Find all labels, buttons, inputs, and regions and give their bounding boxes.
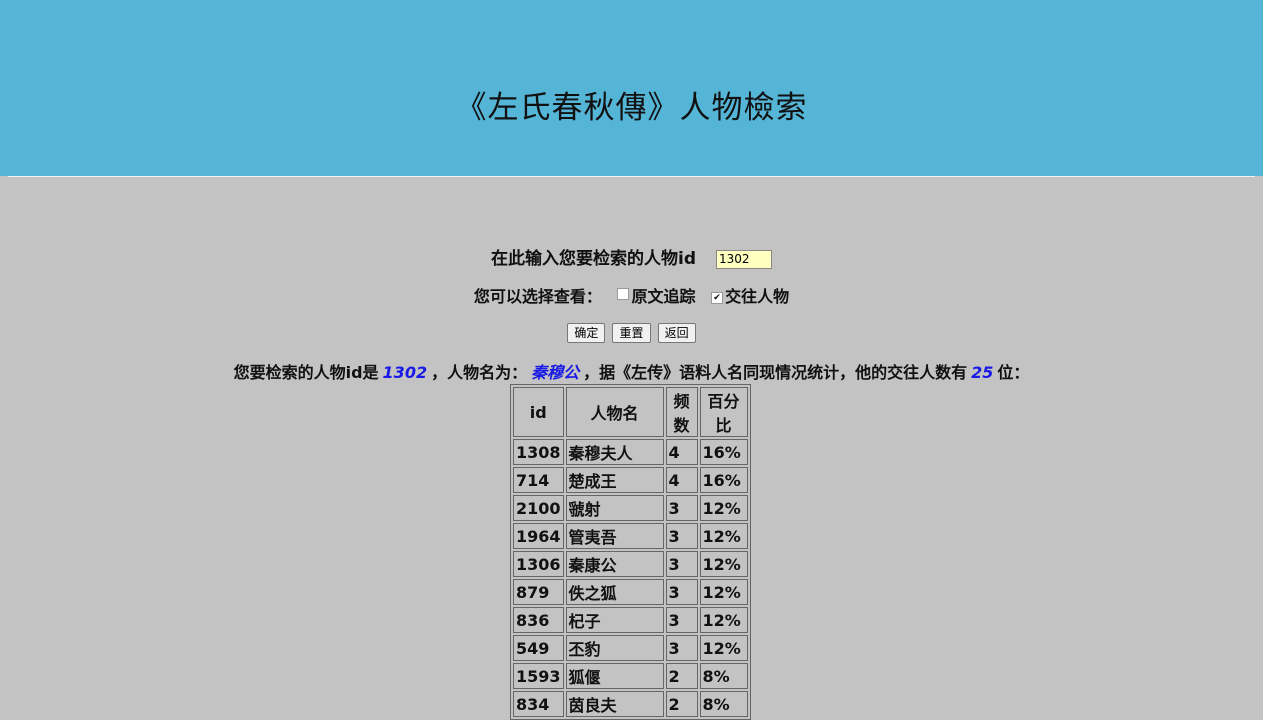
cell-frequency: 4 (665, 467, 698, 493)
id-label: 在此输入您要检索的人物id (491, 249, 697, 269)
cell-frequency: 3 (665, 495, 698, 521)
cell-id: 1593 (513, 663, 564, 689)
cell-name: 秦穆夫人 (565, 439, 664, 465)
id-search-row: 在此输入您要检索的人物id (0, 244, 1263, 269)
cell-name: 杞子 (565, 607, 664, 633)
table-row: 834 茵良夫 2 8% (513, 691, 748, 717)
summary-mid2: ，据《左传》语料人名同现情况统计，他的交往人数有 (583, 363, 968, 382)
summary-name[interactable]: 秦穆公 (531, 363, 579, 382)
options-row: 您可以选择查看： 原文追踪 ✔ 交往人物 (0, 283, 1263, 307)
confirm-button[interactable]: 确定 (567, 322, 606, 343)
cell-id: 836 (513, 607, 564, 633)
cell-frequency: 4 (665, 439, 698, 465)
cell-name: 虢射 (565, 495, 664, 521)
table-header-row: id 人物名 频数 百分比 (513, 387, 748, 437)
cell-frequency: 3 (665, 551, 698, 577)
table-row: 1964 管夷吾 3 12% (513, 523, 748, 549)
result-summary: 您要检索的人物id是 1302 ，人物名为： 秦穆公 ，据《左传》语料人名同现情况统计，… (0, 359, 1263, 383)
contacts-checkbox[interactable]: ✔ (711, 292, 724, 304)
cell-name: 茵良夫 (565, 691, 664, 717)
options-label: 您可以选择查看： (473, 287, 602, 306)
button-row: 确定 重置 返回 (0, 322, 1263, 343)
cell-name: 秦康公 (565, 551, 664, 577)
cell-percent: 12% (699, 579, 748, 605)
cell-name: 管夷吾 (565, 523, 664, 549)
table-row: 2100 虢射 3 12% (513, 495, 748, 521)
summary-suffix: 位： (997, 363, 1030, 382)
cell-frequency: 2 (665, 663, 698, 689)
source-trace-checkbox[interactable] (617, 288, 630, 300)
summary-mid: ，人物名为： (431, 363, 528, 382)
cell-percent: 12% (699, 607, 748, 633)
cell-percent: 8% (699, 663, 748, 689)
id-input[interactable] (715, 249, 772, 269)
cell-id: 714 (513, 467, 564, 493)
table-row: 1593 狐偃 2 8% (513, 663, 748, 689)
summary-prefix: 您要检索的人物id是 (233, 363, 379, 382)
summary-count: 25 (971, 363, 994, 382)
cell-percent: 12% (699, 523, 748, 549)
col-header-id: id (513, 387, 564, 437)
table-row: 1308 秦穆夫人 4 16% (513, 439, 748, 465)
header-divider (8, 176, 1255, 177)
cell-percent: 12% (699, 551, 748, 577)
cell-id: 1308 (513, 439, 564, 465)
back-button[interactable]: 返回 (657, 322, 696, 343)
cell-frequency: 3 (665, 635, 698, 661)
cell-name: 楚成王 (565, 467, 664, 493)
cell-id: 1306 (513, 551, 564, 577)
source-trace-label[interactable]: 原文追踪 (631, 287, 695, 306)
contacts-label[interactable]: 交往人物 (725, 287, 789, 306)
cell-frequency: 3 (665, 523, 698, 549)
col-header-name: 人物名 (565, 387, 664, 437)
table-row: 549 丕豹 3 12% (513, 635, 748, 661)
cell-name: 丕豹 (565, 635, 664, 661)
page-header: 《左氏春秋傳》人物檢索 (0, 0, 1263, 176)
cell-id: 879 (513, 579, 564, 605)
cell-name: 佚之狐 (565, 579, 664, 605)
col-header-percent: 百分比 (699, 387, 748, 437)
col-header-frequency: 频数 (665, 387, 698, 437)
cell-frequency: 2 (665, 691, 698, 717)
reset-button[interactable]: 重置 (612, 322, 651, 343)
cell-percent: 16% (699, 467, 748, 493)
cell-frequency: 3 (665, 607, 698, 633)
cell-name: 狐偃 (565, 663, 664, 689)
cell-id: 549 (513, 635, 564, 661)
summary-id: 1302 (382, 363, 428, 382)
cell-id: 1964 (513, 523, 564, 549)
table-row: 879 佚之狐 3 12% (513, 579, 748, 605)
table-row: 1306 秦康公 3 12% (513, 551, 748, 577)
table-row: 714 楚成王 4 16% (513, 467, 748, 493)
cell-id: 834 (513, 691, 564, 717)
cell-percent: 12% (699, 635, 748, 661)
contacts-table: id 人物名 频数 百分比 1308 秦穆夫人 4 16% 714 楚成王 4 16% 2100… (510, 384, 751, 720)
cell-id: 2100 (513, 495, 564, 521)
cell-frequency: 3 (665, 579, 698, 605)
cell-percent: 8% (699, 691, 748, 717)
cell-percent: 12% (699, 495, 748, 521)
page-title: 《左氏春秋傳》人物檢索 (455, 90, 808, 126)
table-row: 836 杞子 3 12% (513, 607, 748, 633)
cell-percent: 16% (699, 439, 748, 465)
